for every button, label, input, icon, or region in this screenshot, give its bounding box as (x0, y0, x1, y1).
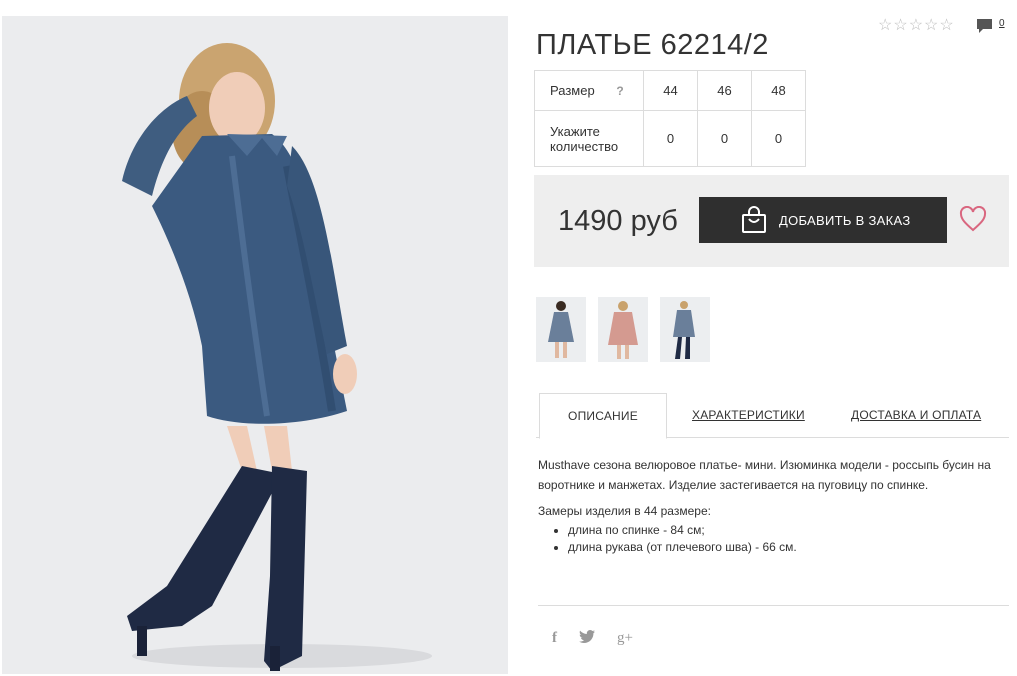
star-icon[interactable]: ☆ (893, 17, 907, 35)
add-to-order-button[interactable]: ДОБАВИТЬ В ЗАКАЗ (699, 197, 947, 243)
star-icon[interactable]: ☆ (939, 17, 953, 35)
comment-count[interactable]: 0 (999, 18, 1005, 29)
quantity-input-46[interactable]: 0 (697, 110, 752, 167)
add-to-order-label: ДОБАВИТЬ В ЗАКАЗ (779, 212, 911, 228)
size-option: 48 (751, 70, 806, 111)
measures-list: длина по спинке - 84 см; длина рукава (о… (538, 522, 998, 556)
size-option: 44 (643, 70, 698, 111)
product-tabs: ОПИСАНИЕ ХАРАКТЕРИСТИКИ ДОСТАВКА И ОПЛАТ… (536, 393, 1009, 439)
size-label: Размер (550, 83, 595, 98)
comments-link[interactable]: 0 (976, 18, 1005, 34)
comment-bubble-icon (977, 19, 992, 33)
size-option: 46 (697, 70, 752, 111)
shopping-bag-icon (741, 206, 767, 234)
social-share: f g+ (552, 630, 633, 647)
product-main-image[interactable] (2, 16, 508, 674)
googleplus-icon[interactable]: g+ (617, 630, 633, 647)
tab-characteristics[interactable]: ХАРАКТЕРИСТИКИ (692, 393, 805, 438)
price-panel: 1490 руб ДОБАВИТЬ В ЗАКАЗ (534, 175, 1009, 267)
quantity-input-44[interactable]: 0 (643, 110, 698, 167)
thumbnail-pink-dress[interactable] (598, 297, 648, 362)
description-panel: Musthave сезона велюровое платье- мини. … (538, 455, 998, 556)
size-help-icon[interactable]: ? (616, 84, 623, 98)
star-icon[interactable]: ☆ (909, 17, 923, 35)
tab-delivery-payment[interactable]: ДОСТАВКА И ОПЛАТА (851, 393, 981, 438)
size-quantity-table: Размер ? 44 46 48 Укажите количество 0 0 … (534, 70, 806, 167)
description-text: Musthave сезона велюровое платье- мини. … (538, 458, 991, 492)
star-icon[interactable]: ☆ (878, 17, 892, 35)
twitter-icon[interactable] (579, 630, 595, 647)
tab-description[interactable]: ОПИСАНИЕ (539, 393, 667, 439)
measures-title: Замеры изделия в 44 размере: (538, 504, 711, 518)
size-label-cell: Размер ? (534, 70, 644, 111)
thumbnail-blue-dress-boots[interactable] (660, 297, 710, 362)
thumbnail-gallery (536, 297, 710, 362)
favorite-heart-icon[interactable] (959, 205, 987, 237)
quantity-label-cell: Укажите количество (534, 110, 644, 167)
list-item: длина по спинке - 84 см; (568, 522, 998, 539)
quantity-label-line2: количество (550, 138, 619, 154)
facebook-icon[interactable]: f (552, 630, 557, 647)
price: 1490 руб (558, 205, 678, 237)
rating-stars[interactable]: ☆ ☆ ☆ ☆ ☆ (878, 17, 954, 35)
quantity-input-48[interactable]: 0 (751, 110, 806, 167)
quantity-label-line1: Укажите (550, 123, 600, 139)
thumbnail-blue-dress-front[interactable] (536, 297, 586, 362)
model-in-velvet-dress-illustration (2, 16, 508, 674)
product-title: ПЛАТЬЕ 62214/2 (536, 29, 769, 62)
star-icon[interactable]: ☆ (924, 17, 938, 35)
list-item: длина рукава (от плечевого шва) - 66 см. (568, 539, 998, 556)
divider (538, 605, 1009, 606)
